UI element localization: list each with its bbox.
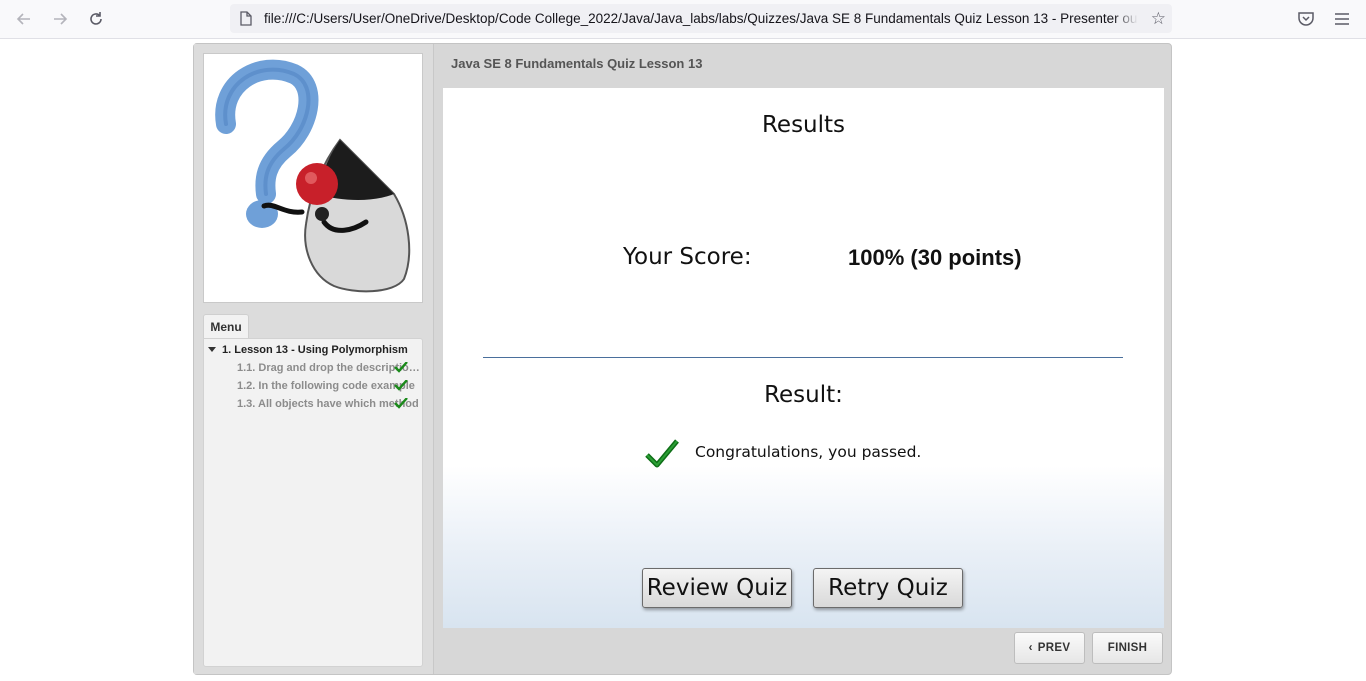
hamburger-menu-icon[interactable] — [1332, 9, 1352, 29]
topic-title: Java SE 8 Fundamentals Quiz Lesson 13 — [451, 56, 703, 71]
menu-item[interactable]: 1.2. In the following code example — [237, 380, 421, 396]
url-text[interactable]: file:///C:/Users/User/OneDrive/Desktop/C… — [264, 4, 1138, 33]
address-bar[interactable]: file:///C:/Users/User/OneDrive/Desktop/C… — [230, 4, 1172, 33]
prev-button[interactable]: ‹ PREV — [1014, 632, 1085, 664]
results-title: Results — [761, 112, 846, 138]
result-message: Congratulations, you passed. — [695, 443, 922, 461]
review-quiz-button[interactable]: Review Quiz — [642, 568, 792, 608]
score-value: 100% (30 points) — [848, 245, 1022, 270]
finish-button[interactable]: FINISH — [1092, 632, 1163, 664]
menu-item[interactable]: 1.1. Drag and drop the descriptions — [237, 362, 421, 378]
quiz-player: Menu 1. Lesson 13 - Using Polymorphism 1… — [193, 43, 1172, 675]
retry-quiz-button[interactable]: Retry Quiz — [813, 568, 963, 608]
back-icon[interactable] — [13, 8, 35, 30]
results-slide: Results Your Score: 100% (30 points) Res… — [443, 88, 1164, 628]
divider — [483, 357, 1123, 358]
completed-check-icon — [394, 398, 408, 409]
result-label: Result: — [764, 382, 843, 408]
page-icon — [240, 11, 252, 26]
prev-label: PREV — [1037, 642, 1071, 654]
menu-item[interactable]: 1.3. All objects have which method — [237, 398, 421, 414]
completed-check-icon — [394, 380, 408, 391]
completed-check-icon — [394, 362, 408, 373]
menu-item-label: 1.3. All objects have which method — [237, 398, 419, 410]
menu-panel: 1. Lesson 13 - Using Polymorphism 1.1. D… — [203, 338, 423, 667]
duke-logo — [203, 53, 423, 303]
pass-check-icon — [645, 439, 679, 468]
chevron-left-icon: ‹ — [1028, 642, 1033, 654]
reload-icon[interactable] — [85, 8, 107, 30]
menu-item-label: 1.2. In the following code example — [237, 380, 415, 392]
sidebar: Menu 1. Lesson 13 - Using Polymorphism 1… — [194, 44, 434, 674]
tab-menu[interactable]: Menu — [203, 314, 249, 340]
pocket-icon[interactable] — [1296, 9, 1316, 29]
bookmark-star-icon[interactable]: ☆ — [1151, 9, 1166, 29]
menu-lesson-item[interactable]: 1. Lesson 13 - Using Polymorphism — [208, 344, 420, 360]
score-label: Your Score: — [623, 244, 752, 270]
menu-lesson-label: 1. Lesson 13 - Using Polymorphism — [222, 344, 408, 356]
expand-triangle-icon[interactable] — [208, 347, 216, 352]
browser-toolbar: file:///C:/Users/User/OneDrive/Desktop/C… — [0, 0, 1366, 39]
forward-icon[interactable] — [49, 8, 71, 30]
